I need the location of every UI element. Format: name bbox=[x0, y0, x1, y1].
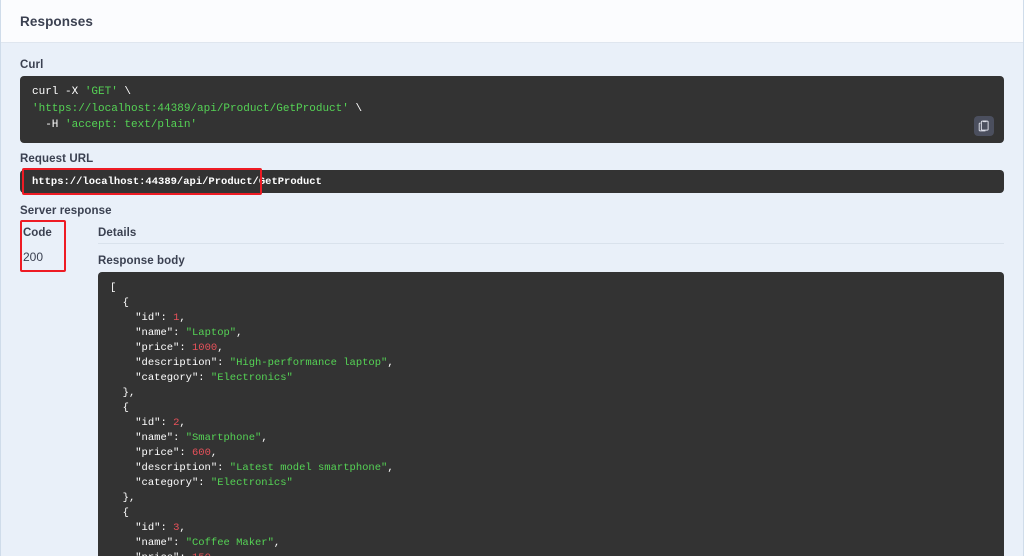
curl-header-flag: -H bbox=[32, 119, 65, 131]
curl-line2-continuation: \ bbox=[349, 103, 362, 115]
curl-accept-header: 'accept: text/plain' bbox=[65, 119, 197, 131]
status-code-value: 200 bbox=[23, 244, 80, 270]
response-body-block: [ { "id": 1, "name": "Laptop", "price": … bbox=[98, 272, 1004, 556]
curl-method: 'GET' bbox=[85, 86, 118, 98]
curl-line1-continuation: \ bbox=[118, 86, 131, 98]
server-response-label: Server response bbox=[20, 205, 1004, 217]
code-column: Code 200 bbox=[20, 222, 80, 556]
curl-cmd: curl -X bbox=[32, 86, 85, 98]
details-column: Details Response body [ { "id": 1, "name… bbox=[80, 222, 1004, 556]
response-body-json: [ { "id": 1, "name": "Laptop", "price": … bbox=[110, 281, 992, 556]
curl-url: 'https://localhost:44389/api/Product/Get… bbox=[32, 103, 349, 115]
details-column-header-row: Details bbox=[98, 222, 1004, 244]
copy-icon[interactable] bbox=[974, 116, 994, 136]
responses-header: Responses bbox=[1, 0, 1023, 43]
request-url-label: Request URL bbox=[20, 153, 1004, 165]
request-url-value: https://localhost:44389/api/Product/GetP… bbox=[32, 176, 322, 188]
responses-body: Curl curl -X 'GET' \ 'https://localhost:… bbox=[1, 43, 1023, 556]
swagger-responses-panel: Responses Curl curl -X 'GET' \ 'https://… bbox=[0, 0, 1024, 556]
curl-command-block: curl -X 'GET' \ 'https://localhost:44389… bbox=[20, 76, 1004, 143]
code-column-header: Code bbox=[23, 222, 80, 244]
request-url-block: https://localhost:44389/api/Product/GetP… bbox=[20, 170, 1004, 193]
request-url-section: Request URL https://localhost:44389/api/… bbox=[20, 153, 1004, 193]
details-column-header: Details bbox=[98, 227, 136, 239]
page-title: Responses bbox=[20, 14, 93, 29]
response-body-label: Response body bbox=[98, 255, 1004, 267]
curl-label: Curl bbox=[20, 59, 1004, 71]
server-response-grid: Code 200 Details Response body [ { "id":… bbox=[20, 222, 1004, 556]
